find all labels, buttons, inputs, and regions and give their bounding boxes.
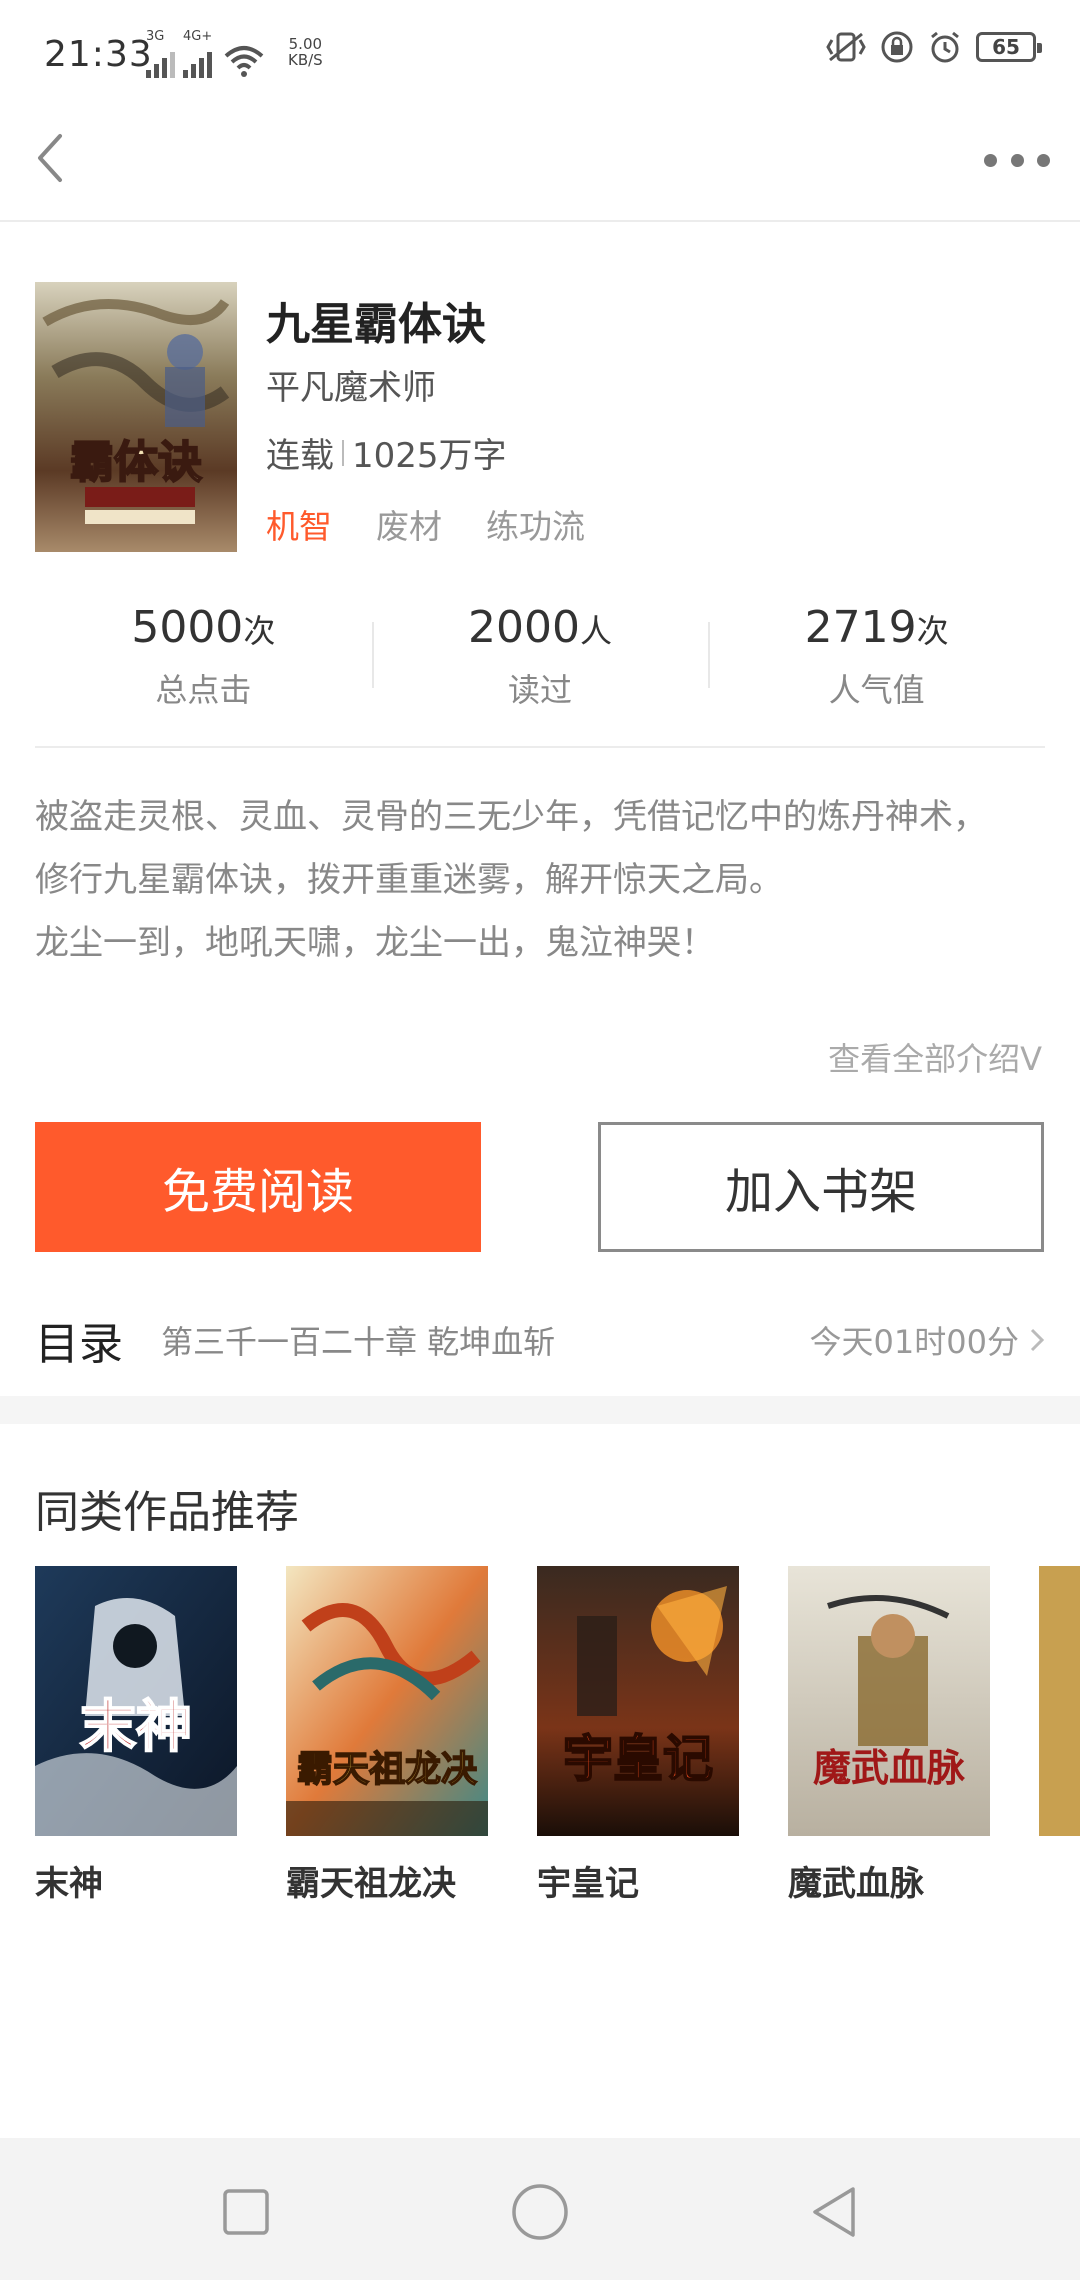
- recommend-item[interactable]: 末神 末神: [35, 1566, 237, 1905]
- recommend-list: 末神 末神 霸天祖龙决 霸天祖龙决 宇皇记 宇皇记 魔武血脉 魔武血脉: [35, 1566, 1080, 1906]
- book-word-count: 1025万字: [352, 436, 507, 476]
- more-dots-icon: [984, 153, 997, 167]
- stat-label: 总点击: [155, 671, 252, 709]
- recommend-cover: 霸天祖龙决: [286, 1566, 488, 1836]
- signal-icon: [183, 44, 212, 78]
- more-options-button[interactable]: [984, 130, 1050, 190]
- book-cover[interactable]: 霸体诀: [35, 282, 237, 552]
- stat-label: 读过: [508, 671, 573, 709]
- meta-divider: [342, 439, 344, 466]
- book-title: 九星霸体诀: [266, 299, 486, 350]
- tag-item[interactable]: 练功流: [486, 500, 585, 548]
- recommend-cover: 宇皇记: [537, 1566, 739, 1836]
- recent-apps-button[interactable]: [206, 2172, 286, 2252]
- signal-icon: [146, 44, 175, 78]
- recommend-item[interactable]: 魔武血脉 魔武血脉: [788, 1566, 990, 1905]
- book-tags: 机智 废材 练功流: [266, 500, 585, 548]
- wifi-icon: [224, 46, 264, 77]
- network-type-2: 4G+: [183, 29, 213, 44]
- book-stats: 5000次 总点击 2000人 读过 2719次 人气值: [35, 590, 1045, 748]
- recommend-name: 末神: [35, 1864, 103, 1904]
- battery-level: 65: [992, 35, 1020, 59]
- stat-unit: 人: [579, 612, 612, 650]
- recommend-name: 霸天祖龙决: [286, 1864, 456, 1904]
- network-indicators: 3G 4G+: [146, 30, 264, 78]
- stat-readers: 2000人 读过: [371, 590, 709, 746]
- stat-value: 5000: [131, 602, 244, 653]
- chevron-left-icon: [38, 134, 62, 182]
- description-line: 被盗走灵根、灵血、灵骨的三无少年，凭借记忆中的炼丹神术，: [35, 797, 987, 837]
- back-button[interactable]: [26, 118, 86, 198]
- stat-popularity: 2719次 人气值: [708, 590, 1045, 746]
- catalog-title: 目录: [35, 1319, 123, 1370]
- book-description: 被盗走灵根、灵血、灵骨的三无少年，凭借记忆中的炼丹神术， 修行九星霸体诀，拨开重…: [35, 786, 1050, 975]
- square-icon: [223, 2189, 269, 2235]
- section-divider: [0, 1396, 1080, 1424]
- stat-unit: 次: [916, 612, 949, 650]
- network-type-1: 3G: [146, 29, 165, 44]
- back-nav-button[interactable]: [794, 2172, 874, 2252]
- battery-icon: 65: [976, 32, 1042, 62]
- recommend-cover: 魔武血脉: [788, 1566, 990, 1836]
- stat-label: 人气值: [828, 671, 925, 709]
- recommend-name: 宇皇记: [537, 1864, 639, 1904]
- stat-value: 2000: [468, 602, 580, 653]
- status-icons: 65: [826, 30, 1042, 64]
- status-bar: 21:33 3G 4G+ 5.00 KB/S 65: [0, 0, 1080, 100]
- recommend-item-partial[interactable]: [1039, 1566, 1080, 1836]
- recommend-item[interactable]: 霸天祖龙决 霸天祖龙决: [286, 1566, 488, 1905]
- chevron-right-icon: [1030, 1328, 1045, 1352]
- speed-unit: KB/S: [288, 51, 323, 69]
- recommend-cover-text: 宇皇记: [563, 1729, 713, 1788]
- circle-icon: [512, 2184, 568, 2240]
- system-nav-bar: [0, 2138, 1080, 2280]
- recommend-cover-text: 魔武血脉: [813, 1745, 966, 1790]
- update-time-text: 今天01时00分: [809, 1323, 1019, 1361]
- more-dots-icon: [1037, 153, 1050, 167]
- top-nav-bar: [0, 100, 1080, 222]
- view-full-intro-link[interactable]: 查看全部介绍V: [828, 1034, 1042, 1080]
- free-read-button[interactable]: 免费阅读: [35, 1122, 481, 1252]
- status-time: 21:33: [44, 34, 153, 75]
- add-to-shelf-button[interactable]: 加入书架: [598, 1122, 1044, 1252]
- book-status: 连载: [266, 436, 334, 476]
- recommend-cover-text: 霸天祖龙决: [297, 1748, 477, 1790]
- description-line: 龙尘一到，地吼天啸，龙尘一出，鬼泣神哭！: [35, 923, 715, 963]
- latest-chapter: 第三千一百二十章 乾坤血斩: [161, 1323, 556, 1361]
- stat-value: 2719: [804, 602, 917, 653]
- recommend-item[interactable]: 宇皇记 宇皇记: [537, 1566, 739, 1905]
- tag-item[interactable]: 机智: [266, 500, 332, 548]
- stat-unit: 次: [243, 612, 276, 650]
- speed-value: 5.00: [288, 35, 323, 53]
- book-cover-text: 霸体诀: [70, 437, 202, 488]
- book-cover-image: 霸体诀: [35, 282, 237, 552]
- alarm-icon: [931, 31, 959, 63]
- triangle-back-icon: [813, 2187, 855, 2237]
- recommend-title: 同类作品推荐: [35, 1487, 299, 1538]
- recommend-cover: [1039, 1566, 1080, 1836]
- book-meta: 连载 1025万字: [266, 428, 507, 477]
- vibrate-icon: [826, 32, 866, 62]
- recommend-name: 魔武血脉: [788, 1864, 924, 1904]
- more-dots-icon: [1010, 153, 1024, 167]
- lock-rotation-icon: [881, 31, 913, 63]
- stat-clicks: 5000次 总点击: [35, 590, 372, 746]
- network-speed: 5.00 KB/S: [288, 36, 323, 68]
- book-author[interactable]: 平凡魔术师: [266, 360, 436, 409]
- home-button[interactable]: [500, 2172, 580, 2252]
- update-time: 今天01时00分: [810, 1317, 1045, 1363]
- catalog-row[interactable]: 目录 第三千一百二十章 乾坤血斩 今天01时00分: [35, 1300, 1045, 1380]
- recommend-cover-text: 末神: [80, 1694, 192, 1760]
- recommend-cover: 末神: [35, 1566, 237, 1836]
- description-line: 修行九星霸体诀，拨开重重迷雾，解开惊天之局。: [35, 860, 783, 900]
- tag-item[interactable]: 废材: [376, 500, 442, 548]
